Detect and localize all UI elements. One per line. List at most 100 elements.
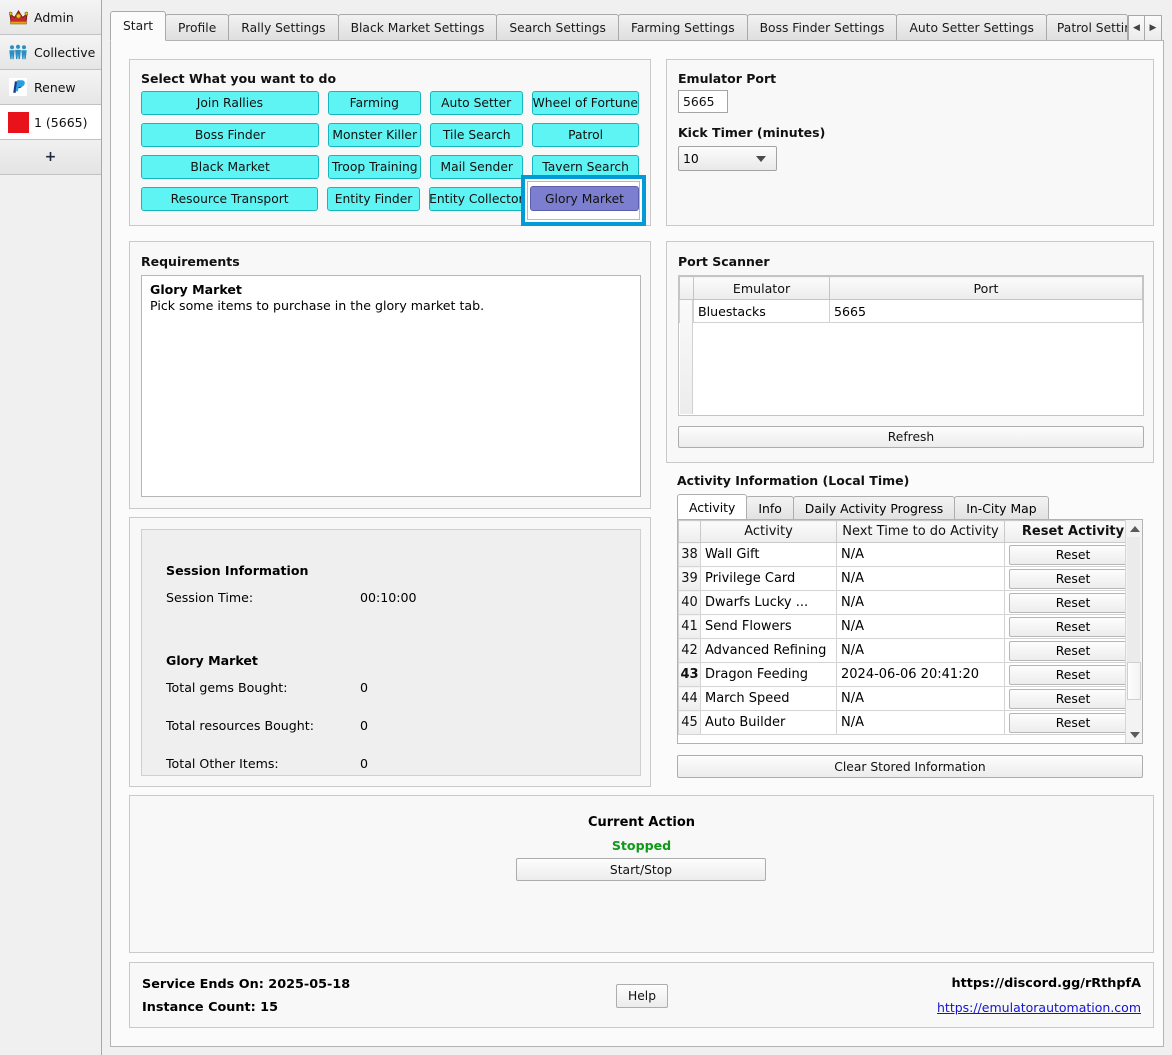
tab-label: Patrol Settings: [1056, 21, 1127, 35]
action-button-tile-search[interactable]: Tile Search: [430, 123, 524, 147]
help-button[interactable]: Help: [616, 984, 668, 1008]
action-button-glory-market[interactable]: Glory Market: [530, 186, 639, 211]
kick-timer-select[interactable]: 10: [678, 146, 777, 171]
tab-auto-setter-settings[interactable]: Auto Setter Settings: [896, 14, 1047, 41]
activity-tab-info[interactable]: Info: [746, 496, 794, 519]
sidebar-item-admin[interactable]: Admin: [0, 0, 101, 35]
requirements-item-title: Glory Market: [150, 282, 242, 297]
activity-tab-activity[interactable]: Activity: [677, 494, 748, 519]
table-row[interactable]: 43 Dragon Feeding 2024-06-06 20:41:20 Re…: [678, 662, 1142, 687]
reset-button[interactable]: Reset: [1009, 616, 1137, 637]
action-button-resource-transport[interactable]: Resource Transport: [141, 187, 319, 211]
action-button-patrol[interactable]: Patrol: [532, 123, 639, 147]
cell-emulator: Bluestacks: [693, 299, 830, 323]
sidebar-item-instance-1[interactable]: 1 (5665): [0, 105, 101, 140]
table-row[interactable]: 44 March Speed N/A Reset: [678, 686, 1142, 711]
action-button-auto-setter[interactable]: Auto Setter: [429, 91, 523, 115]
reset-button[interactable]: Reset: [1009, 712, 1137, 733]
sidebar-item-collective[interactable]: Collective: [0, 35, 101, 70]
tab-boss-finder-settings[interactable]: Boss Finder Settings: [746, 14, 898, 41]
action-button-mail-sender[interactable]: Mail Sender: [430, 155, 524, 179]
row-number: 38: [678, 542, 701, 567]
current-action-status: Stopped: [611, 838, 672, 853]
reset-button[interactable]: Reset: [1009, 640, 1137, 661]
clear-stored-information-button[interactable]: Clear Stored Information: [677, 755, 1143, 778]
port-scanner-table[interactable]: Emulator Port 1 Bluestacks 5665: [678, 275, 1144, 416]
table-row[interactable]: 38 Wall Gift N/A Reset: [678, 542, 1142, 567]
website-link-container[interactable]: https://emulatorautomation.com: [937, 1000, 1141, 1015]
activity-tab-daily-activity-progress[interactable]: Daily Activity Progress: [792, 496, 956, 519]
cell-reset: Reset: [1004, 566, 1142, 591]
session-time-label: Session Time:: [166, 590, 254, 605]
tab-farming-settings[interactable]: Farming Settings: [617, 14, 748, 41]
select-action-card: Select What you want to do Join Rallies …: [129, 59, 651, 226]
tab-start[interactable]: Start: [110, 11, 167, 41]
table-row[interactable]: 45 Auto Builder N/A Reset: [678, 710, 1142, 735]
requirements-textbox[interactable]: Glory Market Pick some items to purchase…: [141, 275, 641, 497]
scrollbar-thumb[interactable]: [1127, 662, 1141, 700]
tab-profile[interactable]: Profile: [165, 14, 230, 41]
column-header-next-time: Next Time to do Activity: [836, 520, 1005, 543]
table-row[interactable]: 1 Bluestacks 5665: [679, 299, 1143, 323]
tab-label: Search Settings: [509, 21, 606, 35]
column-header-port: Port: [829, 276, 1143, 300]
reset-button[interactable]: Reset: [1009, 544, 1137, 565]
start-stop-button[interactable]: Start/Stop: [516, 858, 766, 881]
port-scanner-grid: Emulator Port 1 Bluestacks 5665: [679, 276, 1143, 323]
activity-table-scrollbar[interactable]: [1125, 520, 1142, 743]
table-header-row: Emulator Port: [679, 276, 1143, 300]
cell-next-time: N/A: [836, 710, 1005, 735]
activity-table[interactable]: Activity Next Time to do Activity Reset …: [677, 519, 1143, 744]
action-button-monster-killer[interactable]: Monster Killer: [328, 123, 422, 147]
action-button-farming[interactable]: Farming: [327, 91, 421, 115]
tab-scroll-right-button[interactable]: ▶: [1144, 15, 1162, 41]
tab-patrol-settings[interactable]: Patrol Settings: [1045, 14, 1128, 41]
tab-label: Rally Settings: [241, 21, 326, 35]
table-row[interactable]: 41 Send Flowers N/A Reset: [678, 614, 1142, 639]
cell-activity-name: March Speed: [700, 686, 837, 711]
reset-button[interactable]: Reset: [1009, 688, 1137, 709]
refresh-button[interactable]: Refresh: [678, 426, 1144, 448]
session-stat-value: 0: [360, 718, 369, 733]
crown-icon: [8, 7, 28, 27]
tab-scroll-left-button[interactable]: ◀: [1127, 15, 1145, 41]
table-row[interactable]: 39 Privilege Card N/A Reset: [678, 566, 1142, 591]
service-ends-text: Service Ends On: 2025-05-18: [142, 977, 351, 992]
action-button-entity-collector[interactable]: Entity Collector: [428, 187, 524, 211]
action-button-boss-finder[interactable]: Boss Finder: [141, 123, 320, 147]
column-header-activity: Activity: [700, 520, 837, 543]
website-link[interactable]: https://emulatorautomation.com: [937, 1000, 1141, 1015]
reset-button[interactable]: Reset: [1009, 592, 1137, 613]
emulator-port-input[interactable]: [678, 90, 728, 113]
tab-black-market-settings[interactable]: Black Market Settings: [337, 14, 498, 41]
scrollbar-track-upper[interactable]: [1127, 537, 1140, 662]
select-action-title: Select What you want to do: [141, 71, 337, 86]
kick-timer-value: 10: [683, 151, 699, 166]
action-button-troop-training[interactable]: Troop Training: [328, 155, 422, 179]
scroll-up-arrow-icon[interactable]: [1126, 520, 1142, 537]
cell-next-time: N/A: [836, 566, 1005, 591]
scroll-down-arrow-icon[interactable]: [1126, 726, 1142, 743]
column-header-reset-activity: Reset Activity: [1004, 520, 1142, 543]
table-row[interactable]: 40 Dwarfs Lucky ... N/A Reset: [678, 590, 1142, 615]
sidebar-item-renew[interactable]: Renew: [0, 70, 101, 105]
sidebar: Admin Collective Renew 1 (5665) +: [0, 0, 102, 1055]
action-button-join-rallies[interactable]: Join Rallies: [141, 91, 319, 115]
reset-button[interactable]: Reset: [1009, 664, 1137, 685]
action-button-wheel-of-fortune[interactable]: Wheel of Fortune: [531, 91, 639, 115]
tab-search-settings[interactable]: Search Settings: [496, 14, 619, 41]
action-button-entity-finder[interactable]: Entity Finder: [327, 187, 420, 211]
emulator-port-card: Emulator Port Kick Timer (minutes) 10: [666, 59, 1154, 226]
tab-label: Black Market Settings: [350, 21, 485, 35]
reset-button[interactable]: Reset: [1009, 568, 1137, 589]
tab-rally-settings[interactable]: Rally Settings: [228, 14, 339, 41]
row-number: 45: [678, 710, 701, 735]
sidebar-item-label: Collective: [34, 44, 96, 60]
action-button-tavern-search[interactable]: Tavern Search: [532, 155, 639, 179]
session-time-value: 00:10:00: [360, 590, 417, 605]
add-instance-button[interactable]: +: [0, 140, 101, 175]
activity-tab-in-city-map[interactable]: In-City Map: [954, 496, 1049, 519]
table-row[interactable]: 42 Advanced Refining N/A Reset: [678, 638, 1142, 663]
main-tab-strip: Start Profile Rally Settings Black Marke…: [110, 11, 1170, 41]
action-button-black-market[interactable]: Black Market: [141, 155, 320, 179]
